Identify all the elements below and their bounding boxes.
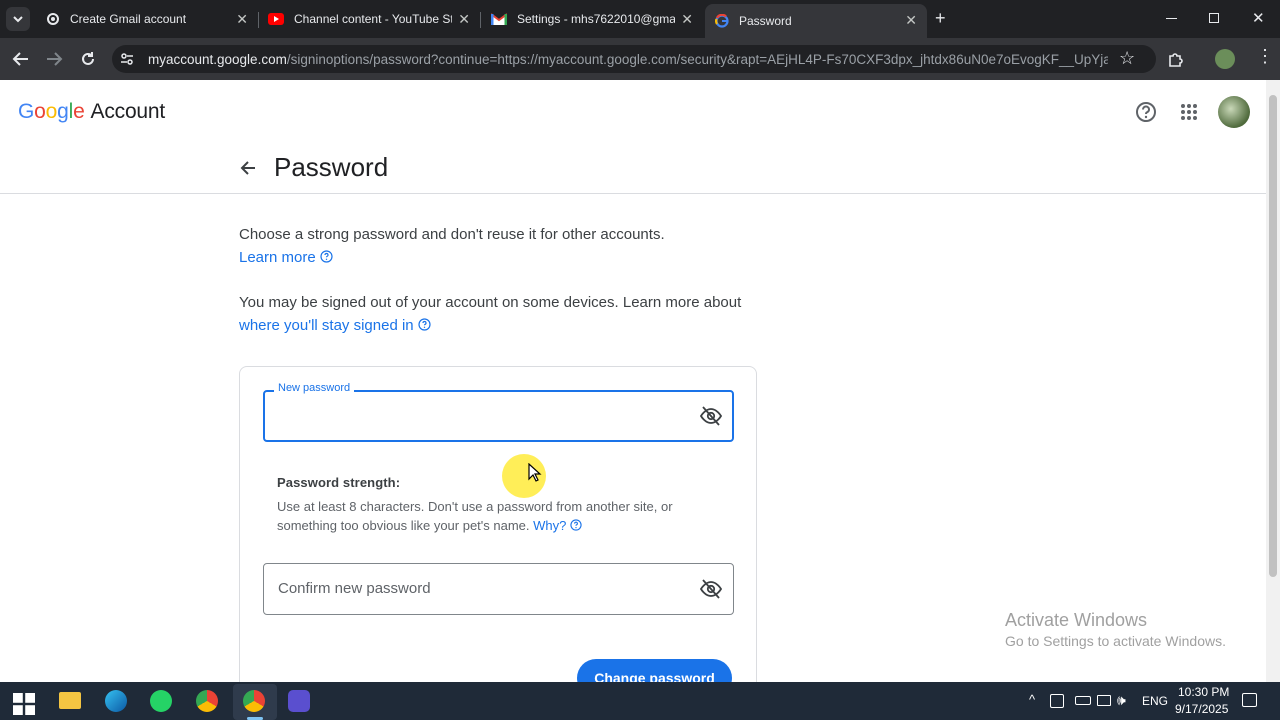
google-wordmark: Google <box>18 100 85 123</box>
notifications-icon[interactable] <box>1242 693 1257 707</box>
activate-windows-title: Activate Windows <box>1005 610 1148 630</box>
account-avatar[interactable] <box>1218 96 1250 128</box>
learn-more-label: Learn more <box>239 249 316 266</box>
tab-gmail-settings[interactable]: Settings - mhs7622010@gmail.c ✕ <box>481 0 703 38</box>
why-label: Why? <box>533 518 567 533</box>
show-hidden-icons[interactable]: ^ <box>1029 692 1035 707</box>
close-tab-icon[interactable]: ✕ <box>458 11 470 28</box>
confirm-password-label: Confirm new password <box>278 580 431 597</box>
google-account-logo[interactable]: Google Account <box>18 100 165 124</box>
edge-icon[interactable] <box>105 690 127 712</box>
battery-icon[interactable] <box>1075 696 1091 705</box>
chrome-profile-icon[interactable] <box>243 690 265 712</box>
url-text[interactable]: myaccount.google.com/signinoptions/passw… <box>148 52 1108 67</box>
header-divider <box>0 193 1266 194</box>
browser-menu-icon[interactable]: ⋮ <box>1256 46 1274 67</box>
back-arrow-icon[interactable] <box>239 159 257 177</box>
tab-password[interactable]: Password ✕ <box>705 4 927 38</box>
learn-more-link[interactable]: Learn more <box>239 249 333 266</box>
tab-create-gmail[interactable]: Create Gmail account ✕ <box>36 0 258 38</box>
close-window-icon[interactable]: ✕ <box>1252 9 1265 27</box>
back-arrow-icon[interactable] <box>12 51 30 67</box>
stay-signed-in-label: where you'll stay signed in <box>239 317 414 334</box>
extensions-icon[interactable] <box>1167 50 1185 68</box>
password-strength-title: Password strength: <box>277 475 401 490</box>
help-icon <box>570 519 582 531</box>
input-language[interactable]: ENG <box>1142 694 1168 708</box>
profile-avatar-small[interactable] <box>1215 49 1235 69</box>
tab-title: Settings - mhs7622010@gmail.c <box>517 12 675 26</box>
activate-windows-subtitle: Go to Settings to activate Windows. <box>1005 633 1226 649</box>
youtube-icon <box>268 13 284 25</box>
account-wordmark: Account <box>90 100 166 123</box>
minimize-icon[interactable] <box>1166 18 1177 19</box>
browser-tab-strip: Create Gmail account ✕ Channel content -… <box>0 0 1280 38</box>
apps-grid-icon[interactable] <box>1180 103 1198 121</box>
chevron-down-icon <box>13 16 23 23</box>
network-icon[interactable] <box>1097 695 1111 706</box>
close-tab-icon[interactable]: ✕ <box>236 11 248 28</box>
tab-search-button[interactable] <box>6 7 30 31</box>
scrollbar-thumb[interactable] <box>1269 95 1277 577</box>
tab-youtube-studio[interactable]: Channel content - YouTube Stu ✕ <box>258 0 480 38</box>
chrome-icon[interactable] <box>196 690 218 712</box>
stay-signed-in-link[interactable]: where you'll stay signed in <box>239 317 431 334</box>
visibility-off-icon[interactable] <box>700 406 722 426</box>
tab-title: Password <box>739 14 792 28</box>
mouse-pointer-icon <box>528 463 542 482</box>
why-link[interactable]: Why? <box>533 518 582 533</box>
new-password-label: New password <box>274 382 355 394</box>
visibility-off-icon[interactable] <box>700 579 722 599</box>
volume-icon[interactable]: 🕪 <box>1117 692 1126 709</box>
gmail-icon <box>491 13 507 25</box>
new-tab-icon[interactable]: + <box>935 8 946 29</box>
change-password-button[interactable]: Change password <box>577 659 732 682</box>
new-password-input[interactable] <box>263 390 734 442</box>
close-tab-icon[interactable]: ✕ <box>681 11 693 28</box>
clock-date[interactable]: 9/17/2025 <box>1175 702 1228 716</box>
forward-arrow-icon[interactable] <box>45 51 63 67</box>
windows-taskbar: ^ 🕪 ENG 10:30 PM 9/17/2025 <box>0 682 1280 720</box>
url-domain: myaccount.google.com <box>148 52 287 67</box>
tray-app-icon[interactable] <box>1050 694 1064 708</box>
restore-icon[interactable] <box>1209 13 1219 23</box>
page-content: Google Account Password Choose a strong p… <box>0 80 1266 682</box>
help-icon <box>418 318 431 331</box>
file-explorer-icon[interactable] <box>59 692 81 709</box>
google-icon <box>715 14 729 28</box>
gear-icon <box>47 13 59 25</box>
password-strength-text: Use at least 8 characters. Don't use a p… <box>277 499 673 533</box>
clock-time[interactable]: 10:30 PM <box>1178 685 1229 699</box>
url-path: /signinoptions/password?continue=https:/… <box>286 52 1108 67</box>
help-icon[interactable] <box>1135 101 1157 123</box>
password-strength-help: Use at least 8 characters. Don't use a p… <box>277 497 717 535</box>
close-tab-icon[interactable]: ✕ <box>905 12 917 29</box>
tab-title: Channel content - YouTube Stu <box>294 12 452 26</box>
whatsapp-icon[interactable] <box>150 690 172 712</box>
page-title: Password <box>274 152 389 182</box>
reload-icon[interactable] <box>80 51 96 67</box>
help-icon <box>320 250 333 263</box>
signout-text: You may be signed out of your account on… <box>239 294 742 311</box>
intro-text: Choose a strong password and don't reuse… <box>239 226 665 243</box>
site-info-icon[interactable] <box>120 52 134 66</box>
tab-title: Create Gmail account <box>70 12 187 26</box>
bookmark-star-icon[interactable]: ☆ <box>1119 48 1135 69</box>
screen-recorder-icon[interactable] <box>288 690 310 712</box>
windows-start-icon[interactable] <box>13 693 35 715</box>
